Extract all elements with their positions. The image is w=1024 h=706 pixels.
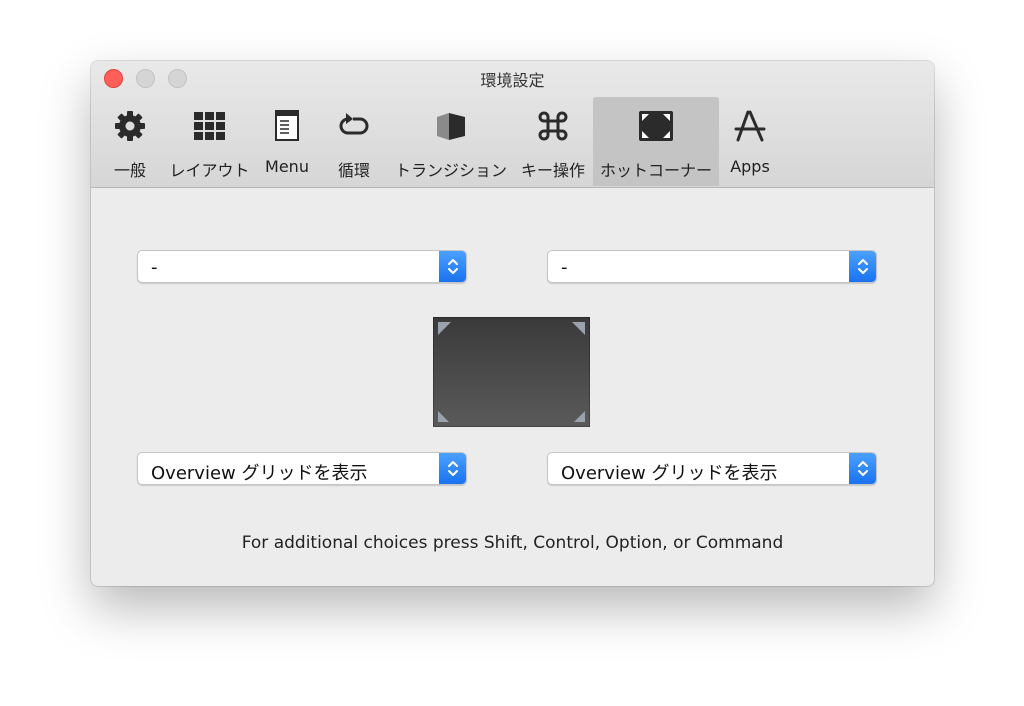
bottom-right-corner-select[interactable]: Overview グリッドを表示 xyxy=(547,452,877,485)
select-arrows-icon xyxy=(439,453,466,484)
toolbar-label-general: 一般 xyxy=(113,161,146,180)
cycle-icon xyxy=(327,109,381,149)
toolbar-label-cycle: 循環 xyxy=(337,161,370,180)
top-left-corner-marker-icon xyxy=(438,322,452,336)
toolbar-label-hot-corners: ホットコーナー xyxy=(599,161,712,180)
bottom-right-corner-value: Overview グリッドを表示 xyxy=(561,463,778,484)
preferences-window: 環境設定 一般 レイアウト Menu 循環 トランジション キー操作 ホットコー… xyxy=(91,61,934,586)
screen-preview xyxy=(433,317,590,427)
top-right-corner-select[interactable]: - xyxy=(547,250,877,283)
toolbar-item-menu[interactable]: Menu xyxy=(259,97,315,186)
menu-window-icon xyxy=(259,109,315,149)
command-key-icon xyxy=(519,109,587,149)
toolbar-label-layout: レイアウト xyxy=(169,161,250,180)
toolbar-label-keys: キー操作 xyxy=(520,161,585,180)
select-arrows-icon xyxy=(849,251,876,282)
bottom-left-corner-value: Overview グリッドを表示 xyxy=(151,463,368,484)
modifier-hint-text: For additional choices press Shift, Cont… xyxy=(241,533,784,553)
toolbar-item-layout[interactable]: レイアウト xyxy=(167,97,252,186)
toolbar: 環境設定 一般 レイアウト Menu 循環 トランジション キー操作 ホットコー… xyxy=(91,61,934,188)
window-title: 環境設定 xyxy=(480,71,545,90)
toolbar-label-apps: Apps xyxy=(730,157,770,176)
toolbar-label-transition: トランジション xyxy=(394,161,507,180)
top-left-corner-value: - xyxy=(151,257,158,278)
gear-icon xyxy=(105,109,155,149)
bottom-left-corner-select[interactable]: Overview グリッドを表示 xyxy=(137,452,467,485)
top-right-corner-value: - xyxy=(561,257,568,278)
toolbar-label-menu: Menu xyxy=(265,157,309,176)
transition-cube-icon xyxy=(390,109,512,149)
toolbar-item-hot-corners[interactable]: ホットコーナー xyxy=(593,97,719,186)
bottom-left-corner-marker-icon xyxy=(438,408,452,422)
toolbar-item-general[interactable]: 一般 xyxy=(105,97,155,186)
toolbar-item-transition[interactable]: トランジション xyxy=(390,97,512,186)
bottom-right-corner-marker-icon xyxy=(571,408,585,422)
hot-corner-screen-icon xyxy=(593,109,719,149)
top-left-corner-select[interactable]: - xyxy=(137,250,467,283)
toolbar-item-apps[interactable]: Apps xyxy=(724,97,776,186)
select-arrows-icon xyxy=(849,453,876,484)
grid-icon xyxy=(167,109,252,149)
toolbar-item-cycle[interactable]: 循環 xyxy=(327,97,381,186)
toolbar-item-keys[interactable]: キー操作 xyxy=(519,97,587,186)
top-right-corner-marker-icon xyxy=(571,322,585,336)
app-store-icon xyxy=(724,109,776,149)
select-arrows-icon xyxy=(439,251,466,282)
